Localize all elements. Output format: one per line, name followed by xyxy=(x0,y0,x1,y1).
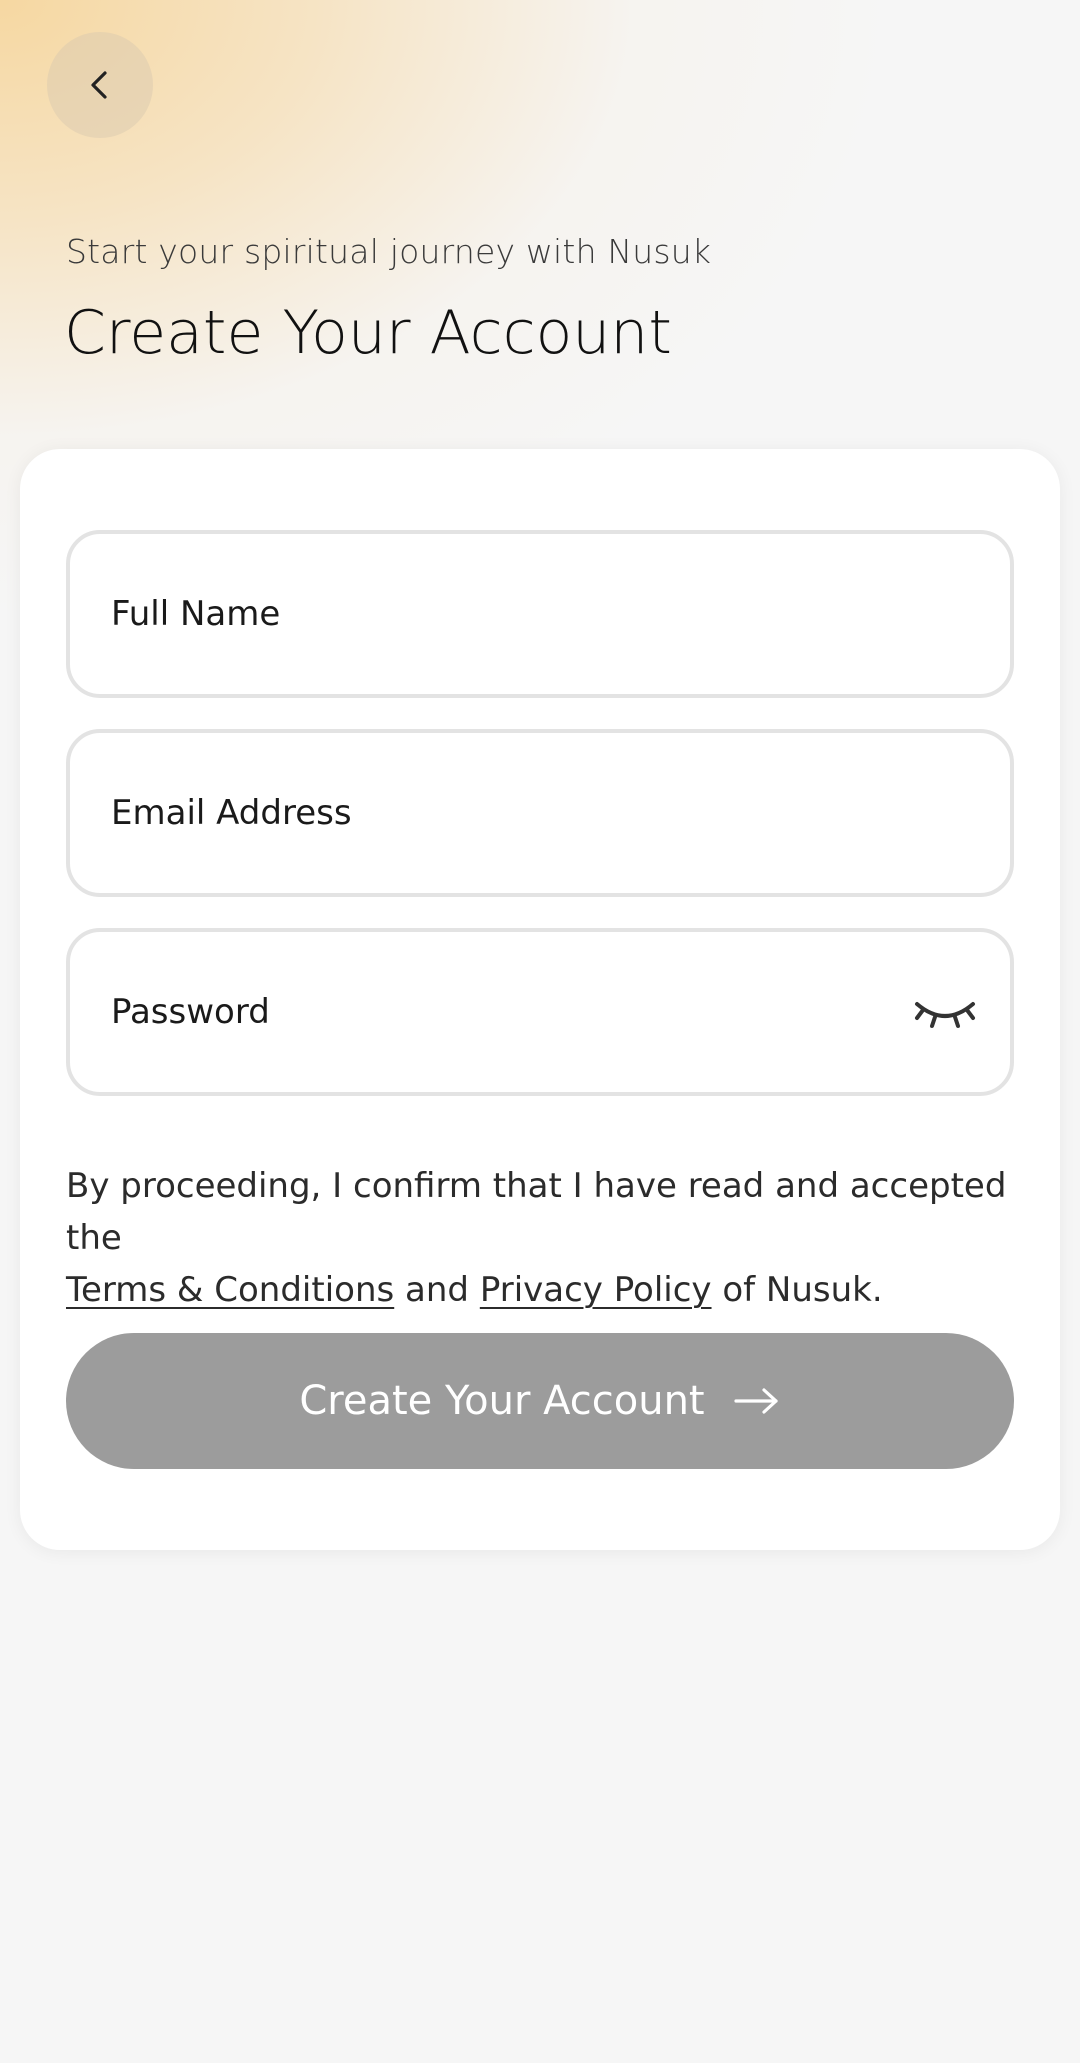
full-name-placeholder: Full Name xyxy=(111,594,281,634)
privacy-policy-link[interactable]: Privacy Policy xyxy=(480,1270,712,1310)
terms-prefix: By proceeding, I confirm that I have rea… xyxy=(66,1166,1007,1258)
page-title: Create Your Account xyxy=(64,298,672,368)
terms-notice: By proceeding, I confirm that I have rea… xyxy=(66,1160,1026,1316)
arrow-right-icon xyxy=(733,1385,781,1417)
email-field[interactable]: Email Address xyxy=(66,729,1014,897)
password-placeholder: Password xyxy=(111,992,270,1032)
chevron-left-icon xyxy=(91,71,107,99)
back-button[interactable] xyxy=(47,32,153,138)
password-field[interactable]: Password xyxy=(66,928,1014,1096)
create-account-label: Create Your Account xyxy=(299,1378,705,1424)
email-placeholder: Email Address xyxy=(111,793,352,833)
create-account-button[interactable]: Create Your Account xyxy=(66,1333,1014,1469)
terms-suffix: of Nusuk. xyxy=(722,1270,883,1310)
terms-and: and xyxy=(405,1270,469,1310)
full-name-field[interactable]: Full Name xyxy=(66,530,1014,698)
password-visibility-toggle[interactable] xyxy=(910,987,980,1037)
terms-conditions-link[interactable]: Terms & Conditions xyxy=(66,1270,394,1310)
eye-closed-icon xyxy=(915,1002,975,1028)
page-subtitle: Start your spiritual journey with Nusuk xyxy=(66,232,712,271)
signup-form-card: Full Name Email Address Password By proc… xyxy=(20,449,1060,1550)
